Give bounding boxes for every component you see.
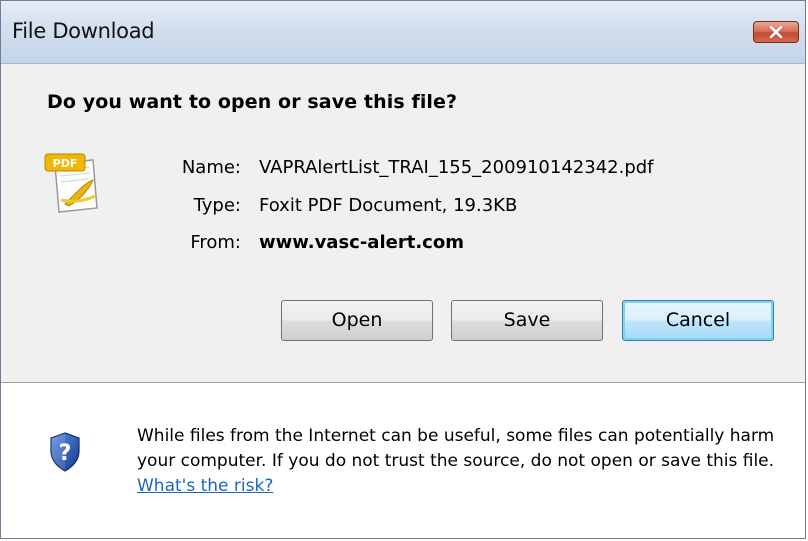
- type-label: Type:: [193, 195, 241, 216]
- type-label-wrap: Type:: [161, 195, 241, 219]
- name-label: Name:: [181, 157, 241, 178]
- open-button[interactable]: Open: [281, 300, 433, 341]
- from-label-wrap: From:: [161, 232, 241, 256]
- warning-panel: ? While files from the Internet can be u…: [1, 384, 805, 538]
- warning-message: While files from the Internet can be use…: [137, 424, 787, 499]
- file-download-dialog: File Download Do you want to open or sav…: [0, 0, 806, 539]
- close-icon: [769, 26, 783, 38]
- dialog-content: Do you want to open or save this file? P…: [1, 64, 805, 382]
- title-bar[interactable]: File Download: [1, 1, 805, 64]
- cancel-button[interactable]: Cancel: [622, 300, 774, 341]
- svg-text:?: ?: [59, 441, 72, 466]
- close-button[interactable]: [753, 21, 799, 43]
- save-button[interactable]: Save: [451, 300, 603, 341]
- warning-text: While files from the Internet can be use…: [137, 426, 775, 471]
- from-label: From:: [190, 232, 241, 253]
- whats-the-risk-link[interactable]: What's the risk?: [137, 476, 273, 496]
- window-title: File Download: [12, 19, 155, 43]
- file-source: www.vasc-alert.com: [259, 232, 464, 253]
- file-type: Foxit PDF Document, 19.3KB: [259, 195, 518, 216]
- file-name: VAPRAlertList_TRAI_155_200910142342.pdf: [259, 157, 654, 178]
- dialog-question: Do you want to open or save this file?: [47, 91, 458, 113]
- pdf-file-icon: PDF: [39, 150, 113, 218]
- security-shield-icon: ?: [49, 432, 81, 472]
- name-label-wrap: Name:: [161, 157, 241, 181]
- svg-text:PDF: PDF: [53, 157, 78, 170]
